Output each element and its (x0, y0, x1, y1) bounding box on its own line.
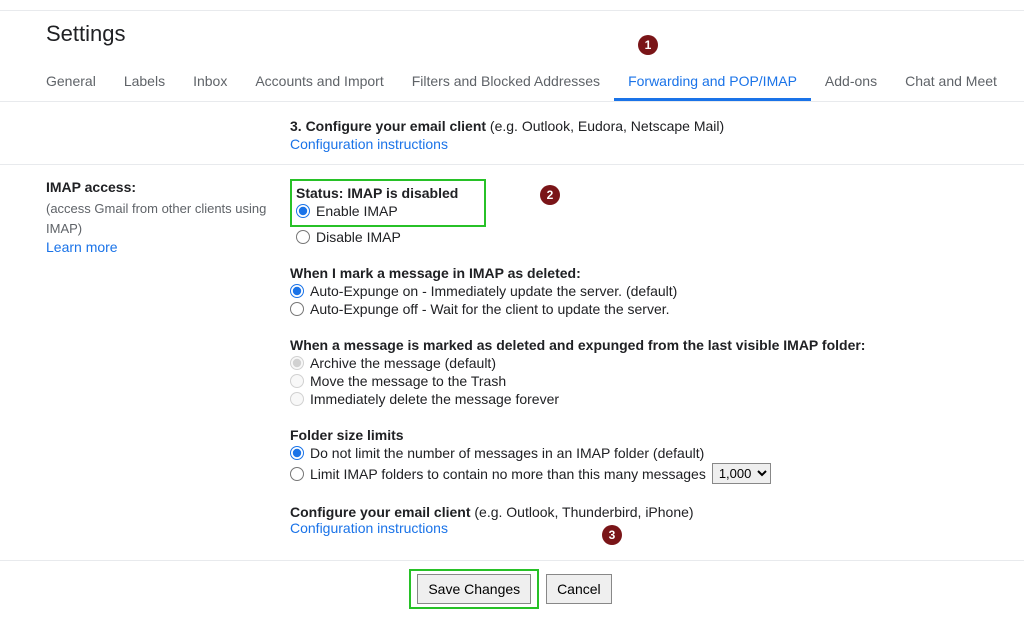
expunge-off-radio[interactable] (290, 302, 304, 316)
disable-imap-row: Disable IMAP (290, 229, 978, 245)
deleteforever-label: Immediately delete the message forever (310, 391, 559, 407)
enable-imap-label[interactable]: Enable IMAP (316, 203, 398, 219)
nolimit-row: Do not limit the number of messages in a… (290, 445, 978, 461)
expunge-off-label[interactable]: Auto-Expunge off - Wait for the client t… (310, 301, 670, 317)
imap-config-title: Configure your email client (e.g. Outloo… (290, 504, 978, 520)
imap-section: IMAP access: (access Gmail from other cl… (0, 165, 1024, 561)
tab-filters[interactable]: Filters and Blocked Addresses (398, 63, 614, 101)
imap-access-title: IMAP access: (46, 179, 290, 195)
expunge-on-label[interactable]: Auto-Expunge on - Immediately update the… (310, 283, 677, 299)
pop-step3-example: (e.g. Outlook, Eudora, Netscape Mail) (486, 118, 724, 134)
expunge-on-radio[interactable] (290, 284, 304, 298)
learn-more-link[interactable]: Learn more (46, 239, 118, 255)
archive-radio (290, 356, 304, 370)
trash-label: Move the message to the Trash (310, 373, 506, 389)
enable-imap-radio[interactable] (296, 204, 310, 218)
nolimit-label[interactable]: Do not limit the number of messages in a… (310, 445, 704, 461)
pop-step3-title: 3. Configure your email client (e.g. Out… (290, 118, 978, 134)
enable-imap-row: Enable IMAP (296, 203, 476, 219)
limit-radio[interactable] (290, 467, 304, 481)
imap-config-block: Configure your email client (e.g. Outloo… (290, 504, 978, 544)
disable-imap-radio[interactable] (296, 230, 310, 244)
tabs: General Labels Inbox Accounts and Import… (0, 63, 1024, 102)
expunge-on-row: Auto-Expunge on - Immediately update the… (290, 283, 978, 299)
trash-radio (290, 374, 304, 388)
imap-highlight-box: Status: IMAP is disabled Enable IMAP (290, 179, 486, 227)
save-highlight-box: Save Changes (409, 569, 539, 609)
imap-section-label: IMAP access: (access Gmail from other cl… (46, 179, 290, 550)
deleteforever-row: Immediately delete the message forever (290, 391, 978, 407)
folder-size-block: Folder size limits Do not limit the numb… (290, 427, 978, 484)
limit-row: Limit IMAP folders to contain no more th… (290, 463, 978, 484)
button-bar: 3 Save Changes Cancel (0, 561, 1024, 629)
imap-delete-title: When I mark a message in IMAP as deleted… (290, 265, 978, 281)
imap-options: Status: IMAP is disabled Enable IMAP 2 D… (290, 179, 978, 550)
step-badge-2: 2 (540, 185, 560, 205)
limit-label[interactable]: Limit IMAP folders to contain no more th… (310, 466, 706, 482)
expunge-action-title: When a message is marked as deleted and … (290, 337, 978, 353)
trash-row: Move the message to the Trash (290, 373, 978, 389)
imap-status-title: Status: IMAP is disabled (296, 185, 476, 201)
step-badge-1: 1 (638, 35, 658, 55)
save-changes-button[interactable]: Save Changes (417, 574, 531, 604)
deleteforever-radio (290, 392, 304, 406)
imap-delete-block: When I mark a message in IMAP as deleted… (290, 265, 978, 317)
tab-labels[interactable]: Labels (110, 63, 179, 101)
pop-step3-bold: 3. Configure your email client (290, 118, 486, 134)
nolimit-radio[interactable] (290, 446, 304, 460)
tab-addons[interactable]: Add-ons (811, 63, 891, 101)
tab-general[interactable]: General (46, 63, 110, 101)
step-badge-3: 3 (602, 525, 622, 545)
pop-config-section: 3. Configure your email client (e.g. Out… (0, 102, 1024, 165)
imap-access-desc: (access Gmail from other clients using I… (46, 199, 290, 239)
tab-forwarding-pop-imap[interactable]: Forwarding and POP/IMAP (614, 63, 811, 101)
page-title: Settings (0, 10, 1024, 63)
expunge-off-row: Auto-Expunge off - Wait for the client t… (290, 301, 978, 317)
imap-config-example: (e.g. Outlook, Thunderbird, iPhone) (470, 504, 693, 520)
cancel-button[interactable]: Cancel (546, 574, 612, 604)
archive-row: Archive the message (default) (290, 355, 978, 371)
imap-config-bold: Configure your email client (290, 504, 470, 520)
imap-status-block: Status: IMAP is disabled Enable IMAP 2 D… (290, 179, 978, 245)
settings-body: 3. Configure your email client (e.g. Out… (0, 102, 1024, 629)
imap-expunge-action-block: When a message is marked as deleted and … (290, 337, 978, 407)
archive-label: Archive the message (default) (310, 355, 496, 371)
pop-config-instructions-link[interactable]: Configuration instructions (290, 136, 448, 152)
disable-imap-label[interactable]: Disable IMAP (316, 229, 401, 245)
tab-accounts[interactable]: Accounts and Import (241, 63, 397, 101)
imap-config-instructions-link[interactable]: Configuration instructions (290, 520, 448, 536)
folder-limit-select[interactable]: 1,000 (712, 463, 771, 484)
tab-chat-meet[interactable]: Chat and Meet (891, 63, 1011, 101)
folder-size-title: Folder size limits (290, 427, 978, 443)
tab-inbox[interactable]: Inbox (179, 63, 241, 101)
